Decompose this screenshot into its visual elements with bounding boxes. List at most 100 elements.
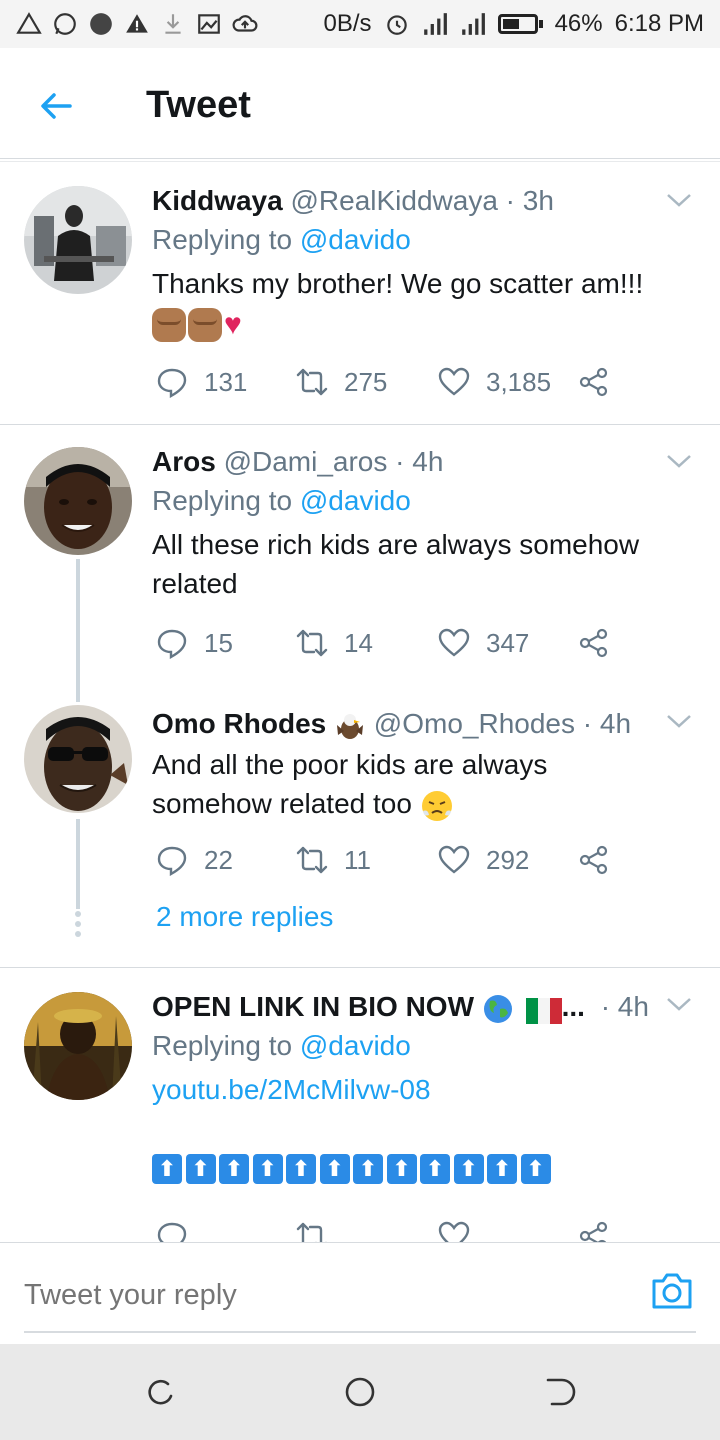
cloud-upload-icon — [232, 11, 258, 37]
tweet-item[interactable]: Kiddwaya @RealKiddwaya · 3h Replying to … — [0, 162, 720, 424]
retweet-count: 275 — [344, 366, 388, 397]
up-arrow-emoji: ⬆ — [185, 1154, 216, 1184]
reply-input[interactable] — [24, 1265, 624, 1325]
share-action[interactable] — [578, 362, 610, 402]
more-replies-dots — [74, 911, 82, 941]
alert-icon — [124, 11, 150, 37]
up-arrow-emoji: ⬆ — [386, 1154, 417, 1184]
display-name[interactable]: Aros — [152, 446, 216, 477]
tweet-header: Kiddwaya @RealKiddwaya · 3h — [152, 182, 700, 220]
back-nav-icon[interactable] — [542, 1374, 578, 1410]
display-name[interactable]: Omo Rhodes — [152, 708, 326, 739]
retweet-action[interactable] — [296, 1216, 328, 1242]
reply-feed[interactable]: Kiddwaya @RealKiddwaya · 3h Replying to … — [0, 162, 720, 1242]
share-action[interactable] — [578, 1216, 610, 1242]
avatar[interactable] — [24, 186, 132, 294]
up-arrow-emoji: ⬆ — [353, 1154, 383, 1184]
tweet-item[interactable]: Aros @Dami_aros · 4h Replying to @davido… — [0, 425, 720, 699]
notification-dot-icon — [88, 11, 114, 37]
thread-connector — [76, 819, 80, 909]
up-arrow-emoji: ⬆ — [219, 1154, 249, 1184]
replying-prefix: Replying to — [152, 1030, 300, 1061]
like-action[interactable] — [438, 1216, 470, 1242]
thread-connector — [76, 559, 80, 699]
tweet-item[interactable]: OPEN LINK IN BIO NOW ... · 4h Replying t… — [0, 968, 720, 1242]
avatar[interactable] — [24, 992, 132, 1100]
timestamp: 4h — [599, 708, 632, 739]
chevron-down-icon[interactable] — [666, 453, 692, 469]
reply-action[interactable]: 22 — [156, 840, 233, 880]
arrow-left-icon — [41, 93, 72, 119]
whatsapp-icon — [52, 11, 78, 37]
more-replies-link[interactable]: 2 more replies — [156, 901, 333, 933]
share-action[interactable] — [578, 623, 610, 663]
replying-prefix: Replying to — [152, 485, 300, 516]
chevron-down-icon[interactable] — [666, 192, 692, 208]
youtube-link[interactable]: youtu.be/2McMilvw-08 — [152, 1070, 700, 1110]
home-icon[interactable] — [342, 1374, 378, 1410]
share-icon — [579, 1221, 608, 1242]
app-header: Tweet — [0, 48, 720, 160]
reply-count: 131 — [204, 366, 248, 397]
user-handle[interactable]: @Dami_aros — [224, 446, 388, 477]
reply-action[interactable]: 131 — [156, 362, 247, 402]
share-icon — [579, 628, 608, 658]
red-heart-emoji: ♥ — [224, 308, 242, 342]
separator: · — [497, 185, 523, 216]
share-action[interactable] — [578, 840, 610, 880]
globe-emoji — [482, 993, 514, 1025]
up-arrow-emoji: ⬆ — [487, 1154, 517, 1184]
display-name[interactable]: Kiddwaya — [152, 185, 283, 216]
retweet-action[interactable]: 11 — [296, 840, 371, 880]
mention-link[interactable]: @davido — [300, 485, 411, 516]
heart-icon — [438, 845, 470, 874]
avatar[interactable] — [24, 705, 132, 813]
retweet-action[interactable]: 275 — [296, 362, 387, 402]
separator: · — [387, 446, 413, 477]
page-title: Tweet — [146, 84, 251, 126]
share-icon — [579, 845, 608, 875]
heart-icon — [438, 367, 470, 396]
like-action[interactable]: 292 — [438, 840, 529, 880]
system-nav-bar — [0, 1344, 720, 1440]
battery-percent: 46% — [554, 10, 603, 37]
signal-1-icon — [422, 11, 448, 37]
replying-to: Replying to @davido — [152, 481, 700, 521]
camera-icon[interactable] — [650, 1271, 694, 1311]
up-arrow-emoji: ⬆ — [420, 1154, 450, 1184]
tweet-text-line: All these rich kids are always somehow — [152, 529, 640, 560]
status-bar: 0B/s 46% 6:18 PM — [0, 0, 720, 48]
back-button[interactable] — [36, 86, 76, 126]
eagle-emoji — [334, 711, 366, 741]
like-action[interactable]: 347 — [438, 623, 529, 663]
reply-action[interactable]: 15 — [156, 623, 233, 663]
retweet-icon — [296, 368, 328, 396]
separator: · — [600, 991, 618, 1022]
tweet-item[interactable]: Omo Rhodes @Omo_Rhodes · 4h And all the … — [0, 682, 720, 965]
tweet-actions: 15 14 347 — [152, 623, 632, 663]
chevron-down-icon[interactable] — [666, 996, 692, 1012]
tweet-text-line: And all the poor kids are always — [152, 749, 548, 780]
like-action[interactable]: 3,185 — [438, 362, 551, 402]
tweet-text-line: somehow related too — [152, 788, 412, 819]
chevron-down-icon[interactable] — [666, 713, 692, 729]
arrow-emoji-row: ⬆ ⬆ ⬆ ⬆ ⬆ ⬆ ⬆ ⬆ ⬆ ⬆ ⬆ ⬆ — [152, 1154, 700, 1184]
retweet-icon — [296, 629, 328, 657]
replying-to: Replying to @davido — [152, 1026, 700, 1066]
tweet-text: And all the poor kids are always somehow… — [152, 745, 700, 823]
recent-apps-icon[interactable] — [142, 1374, 178, 1410]
avatar[interactable] — [24, 447, 132, 555]
network-speed: 0B/s — [323, 10, 372, 37]
user-handle[interactable]: @Omo_Rhodes — [374, 708, 575, 739]
retweet-action[interactable]: 14 — [296, 623, 373, 663]
reply-action[interactable] — [156, 1216, 188, 1242]
like-count: 292 — [486, 844, 530, 875]
mention-link[interactable]: @davido — [300, 1030, 411, 1061]
tweet-body: Omo Rhodes @Omo_Rhodes · 4h And all the … — [152, 705, 700, 823]
thread-connector — [76, 682, 80, 702]
user-handle[interactable]: @RealKiddwaya — [290, 185, 497, 216]
italy-flag-emoji — [525, 996, 562, 1024]
clock-time: 6:18 PM — [614, 10, 704, 37]
mention-link[interactable]: @davido — [300, 224, 411, 255]
display-name[interactable]: OPEN LINK IN BIO NOW — [152, 991, 474, 1022]
